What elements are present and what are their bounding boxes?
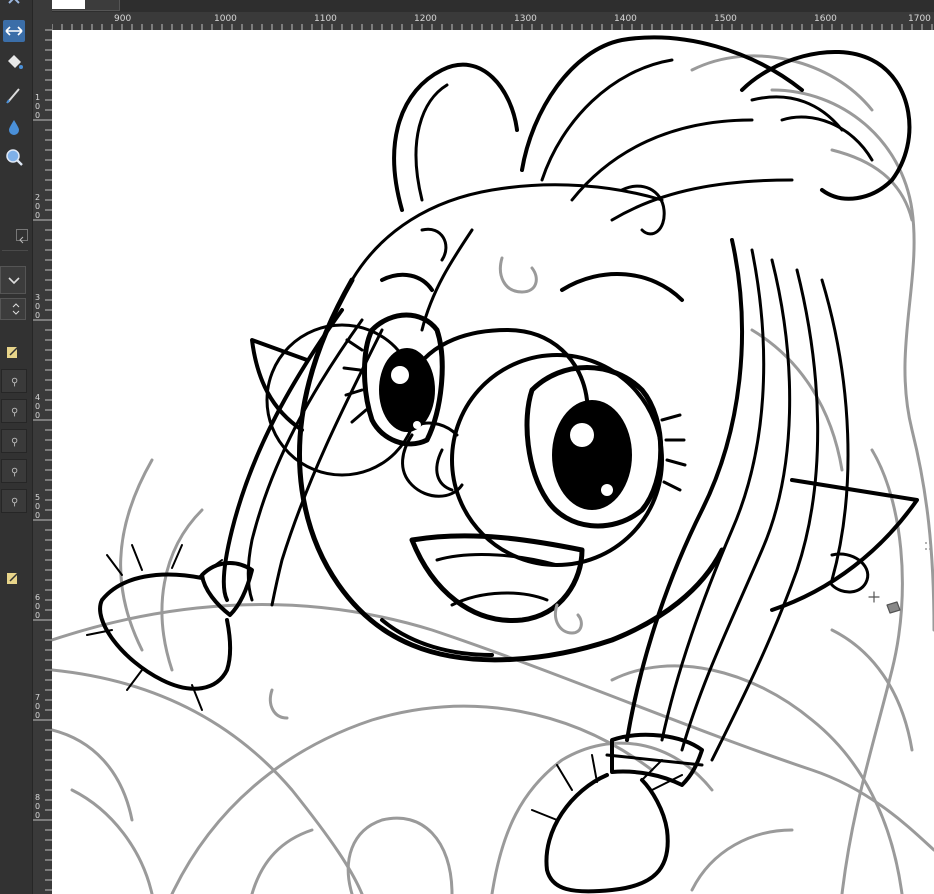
svg-text:⚲: ⚲	[11, 497, 18, 508]
ink-drop-icon[interactable]	[3, 116, 25, 138]
ruler-label: 1400	[614, 14, 637, 24]
ruler-label: 1700	[908, 14, 931, 24]
vertical-ruler: 100 200 300 400 500 600 700 800	[33, 0, 52, 894]
edit-note-icon-2[interactable]	[6, 570, 20, 584]
horizontal-ruler: 900 1000 1100 1200 1300 1400 1500 1600 1…	[52, 12, 934, 31]
document-thumbnail	[49, 0, 85, 9]
layer-slot-4[interactable]: ⚲	[1, 459, 27, 483]
zoom-icon[interactable]	[3, 146, 25, 168]
size-stepper[interactable]	[0, 298, 26, 320]
panel-resize-handle[interactable]	[924, 540, 932, 560]
divider	[2, 250, 28, 251]
svg-text:⚲: ⚲	[11, 377, 18, 388]
layer-slot-3[interactable]: ⚲	[1, 429, 27, 453]
ruler-label: 200	[35, 193, 40, 220]
ruler-label: 1000	[214, 14, 237, 24]
svg-text:⚲: ⚲	[11, 437, 18, 448]
ruler-label: 700	[35, 693, 40, 720]
edit-note-icon[interactable]	[6, 344, 20, 358]
pen-icon[interactable]	[3, 84, 25, 106]
ruler-label: 1600	[814, 14, 837, 24]
ruler-label: 500	[35, 493, 40, 520]
layer-slot-2[interactable]: ⚲	[1, 399, 27, 423]
drawing-canvas[interactable]	[52, 30, 934, 894]
ruler-label: 1500	[714, 14, 737, 24]
layer-slot-5[interactable]: ⚲	[1, 489, 27, 513]
ruler-label: 800	[35, 793, 40, 820]
artwork	[52, 35, 934, 894]
toolbox-panel: ⚲ ⚲ ⚲ ⚲ ⚲	[0, 0, 33, 894]
fill-bucket-icon[interactable]	[3, 52, 25, 74]
tool-preset-dropdown[interactable]	[0, 266, 26, 294]
ruler-label: 300	[35, 293, 40, 320]
brush-cursor-icon	[868, 591, 901, 614]
collapse-icon[interactable]	[16, 229, 28, 244]
svg-text:⚲: ⚲	[11, 407, 18, 418]
document-tab[interactable]	[44, 0, 120, 11]
ruler-label: 400	[35, 393, 40, 420]
move-tool-icon[interactable]	[3, 20, 25, 42]
document-tab-bar	[33, 0, 934, 12]
ruler-label: 100	[35, 93, 40, 120]
ruler-label: 1100	[314, 14, 337, 24]
svg-text:⚲: ⚲	[11, 467, 18, 478]
ruler-label: 1300	[514, 14, 537, 24]
ruler-label: 900	[114, 14, 132, 24]
ruler-label: 600	[35, 593, 40, 620]
scroll-up-icon[interactable]	[3, 0, 25, 14]
layer-slot-1[interactable]: ⚲	[1, 369, 27, 393]
ruler-label: 1200	[414, 14, 437, 24]
